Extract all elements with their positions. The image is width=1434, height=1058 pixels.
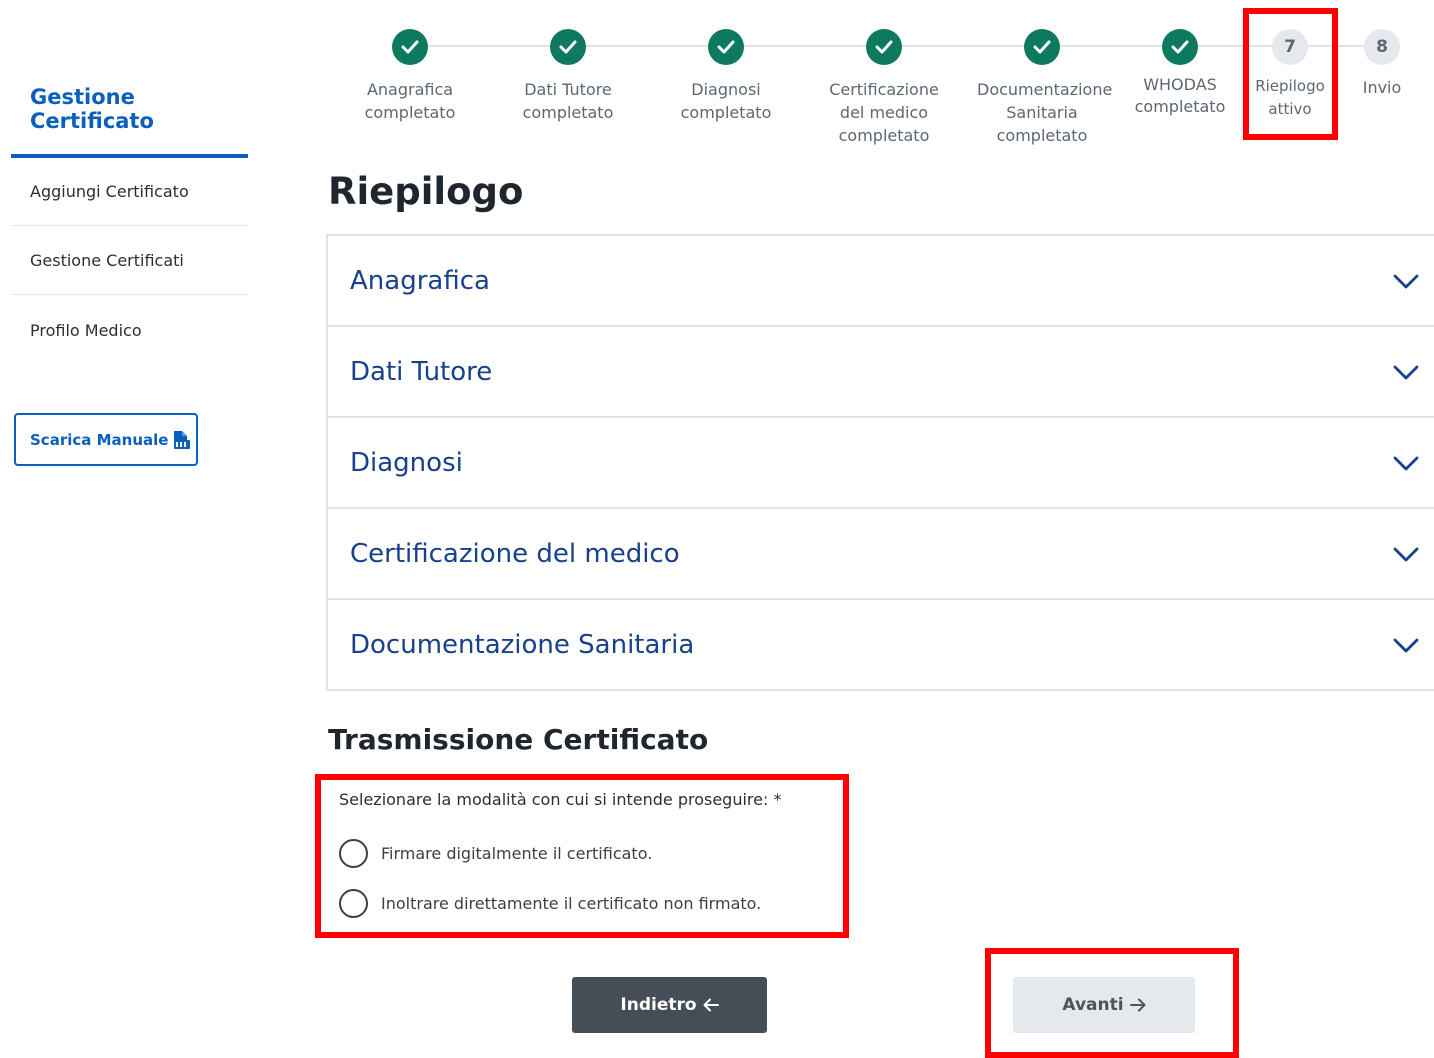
radio-button[interactable]	[339, 839, 368, 868]
accordion-label: Documentazione Sanitaria	[350, 629, 695, 660]
transmission-mode-question: Selezionare la modalità con cui si inten…	[339, 790, 782, 809]
step-documentazione-sanitaria[interactable]: Documentazione Sanitaria completato	[967, 29, 1117, 147]
step-whodas[interactable]: WHODAS completato	[1125, 29, 1235, 118]
radio-option-digital-sign[interactable]: Firmare digitalmente il certificato.	[339, 839, 652, 868]
sidebar-item-gestione-certificati[interactable]: Gestione Certificati	[11, 227, 248, 295]
step-label: Certificazione del medico completato	[829, 80, 939, 145]
step-label: Diagnosi completato	[680, 80, 772, 122]
step-diagnosi[interactable]: Diagnosi completato	[651, 29, 801, 124]
step-invio[interactable]: 8 Invio	[1342, 29, 1422, 99]
accordion-item-anagrafica[interactable]: Anagrafica	[328, 236, 1434, 327]
accordion-label: Diagnosi	[350, 447, 463, 478]
check-icon	[708, 29, 744, 65]
accordion-label: Dati Tutore	[350, 356, 493, 387]
accordion-item-certificazione-medico[interactable]: Certificazione del medico	[328, 509, 1434, 600]
back-button-label: Indietro	[620, 995, 697, 1015]
accordion-item-documentazione-sanitaria[interactable]: Documentazione Sanitaria	[328, 600, 1434, 691]
chevron-down-icon	[1393, 547, 1419, 561]
step-label: Riepilogo attivo	[1255, 77, 1325, 118]
transmission-mode-radio-group: Selezionare la modalità con cui si inten…	[339, 790, 782, 918]
chevron-down-icon	[1393, 638, 1419, 652]
radio-option-forward-unsigned[interactable]: Inoltrare direttamente il certificato no…	[339, 889, 761, 918]
step-label: Documentazione Sanitaria completato	[977, 80, 1113, 145]
check-icon	[392, 29, 428, 65]
chevron-down-icon	[1393, 456, 1419, 470]
step-label: WHODAS completato	[1134, 75, 1226, 116]
step-label: Dati Tutore completato	[522, 80, 614, 122]
accordion-item-dati-tutore[interactable]: Dati Tutore	[328, 327, 1434, 418]
step-number: 8	[1364, 29, 1400, 65]
radio-button[interactable]	[339, 889, 368, 918]
radio-option-label: Inoltrare direttamente il certificato no…	[381, 894, 762, 913]
step-number: 7	[1272, 29, 1308, 65]
page-title: Riepilogo	[328, 170, 524, 213]
accordion-label: Anagrafica	[350, 265, 490, 296]
arrow-left-icon	[703, 998, 719, 1012]
chevron-down-icon	[1393, 365, 1419, 379]
pdf-file-icon	[172, 430, 191, 450]
download-manual-button[interactable]: Scarica Manuale	[14, 413, 198, 466]
step-riepilogo[interactable]: 7 Riepilogo attivo	[1245, 29, 1335, 121]
step-label: Anagrafica completato	[364, 80, 456, 122]
chevron-down-icon	[1393, 274, 1419, 288]
sidebar-title: Gestione Certificato	[30, 85, 154, 133]
summary-accordion: Anagrafica Dati Tutore Diagnosi Certific…	[326, 234, 1434, 691]
accordion-label: Certificazione del medico	[350, 538, 680, 569]
step-certificazione-medico[interactable]: Certificazione del medico completato	[809, 29, 959, 147]
back-button[interactable]: Indietro	[572, 977, 767, 1033]
sidebar-item-aggiungi-certificato[interactable]: Aggiungi Certificato	[11, 158, 248, 226]
next-button[interactable]: Avanti	[1013, 977, 1195, 1033]
check-icon	[1024, 29, 1060, 65]
radio-option-label: Firmare digitalmente il certificato.	[381, 844, 653, 863]
accordion-item-diagnosi[interactable]: Diagnosi	[328, 418, 1434, 509]
arrow-right-icon	[1129, 998, 1146, 1012]
step-dati-tutore[interactable]: Dati Tutore completato	[493, 29, 643, 124]
step-label: Invio	[1362, 78, 1402, 97]
transmission-section-title: Trasmissione Certificato	[328, 723, 709, 756]
download-manual-label: Scarica Manuale	[30, 430, 169, 449]
step-anagrafica[interactable]: Anagrafica completato	[335, 29, 485, 124]
check-icon	[866, 29, 902, 65]
check-icon	[550, 29, 586, 65]
sidebar-item-profilo-medico[interactable]: Profilo Medico	[11, 296, 248, 364]
check-icon	[1162, 29, 1198, 65]
next-button-label: Avanti	[1062, 995, 1124, 1015]
